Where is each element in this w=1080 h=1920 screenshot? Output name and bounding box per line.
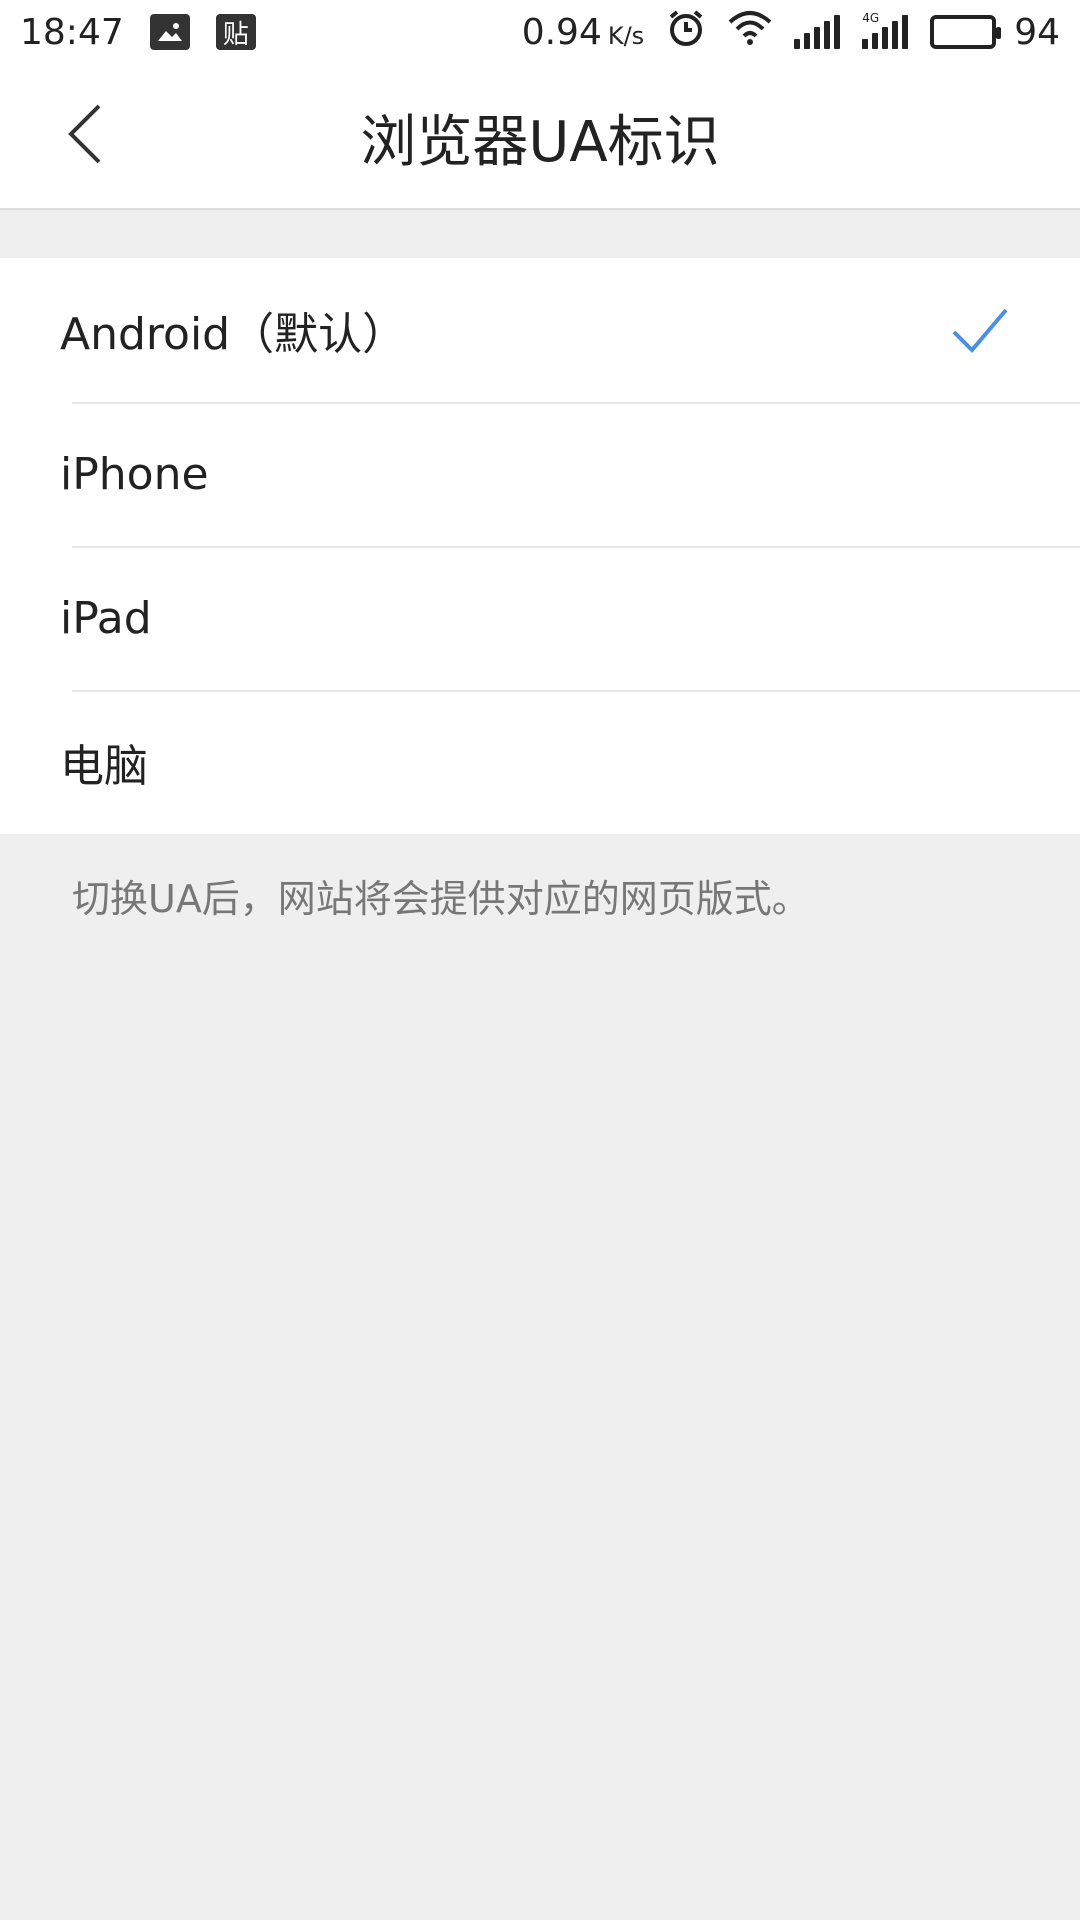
option-label: 电脑 [60,741,148,792]
network-speed-unit: K/s [607,21,645,50]
app-bar: 浏览器UA标识 [0,64,1080,210]
option-label: Android（默认） [60,309,407,360]
option-desktop[interactable]: 电脑 [0,690,1080,834]
battery-status: 94 [930,12,1060,53]
wifi-icon [728,10,772,55]
option-android[interactable]: Android（默认） [0,258,1080,402]
option-ipad[interactable]: iPad [0,546,1080,690]
status-bar: 18:47 贴 0.94 K/s 4G 94 [0,0,1080,64]
ua-hint-text: 切换UA后，网站将会提供对应的网页版式。 [72,877,810,921]
alarm-icon [666,8,706,57]
signal-icon [794,15,841,49]
clock: 18:47 [20,11,124,53]
network-type: 4G [862,11,880,25]
image-icon [149,14,190,50]
battery-icon [930,15,1002,49]
checkmark-icon [952,308,1008,353]
page-title: 浏览器UA标识 [360,109,720,175]
network-speed-value: 0.94 [521,11,602,53]
option-label: iPad [60,592,152,644]
ua-option-list: Android（默认） iPhone iPad 电脑 [0,258,1080,834]
tieba-icon: 贴 [215,14,256,50]
battery-level: 94 [1014,11,1060,53]
option-iphone[interactable]: iPhone [0,402,1080,546]
option-label: iPhone [60,448,209,500]
signal-4g-icon: 4G [862,11,909,49]
network-speed: 0.94 K/s [522,12,644,53]
